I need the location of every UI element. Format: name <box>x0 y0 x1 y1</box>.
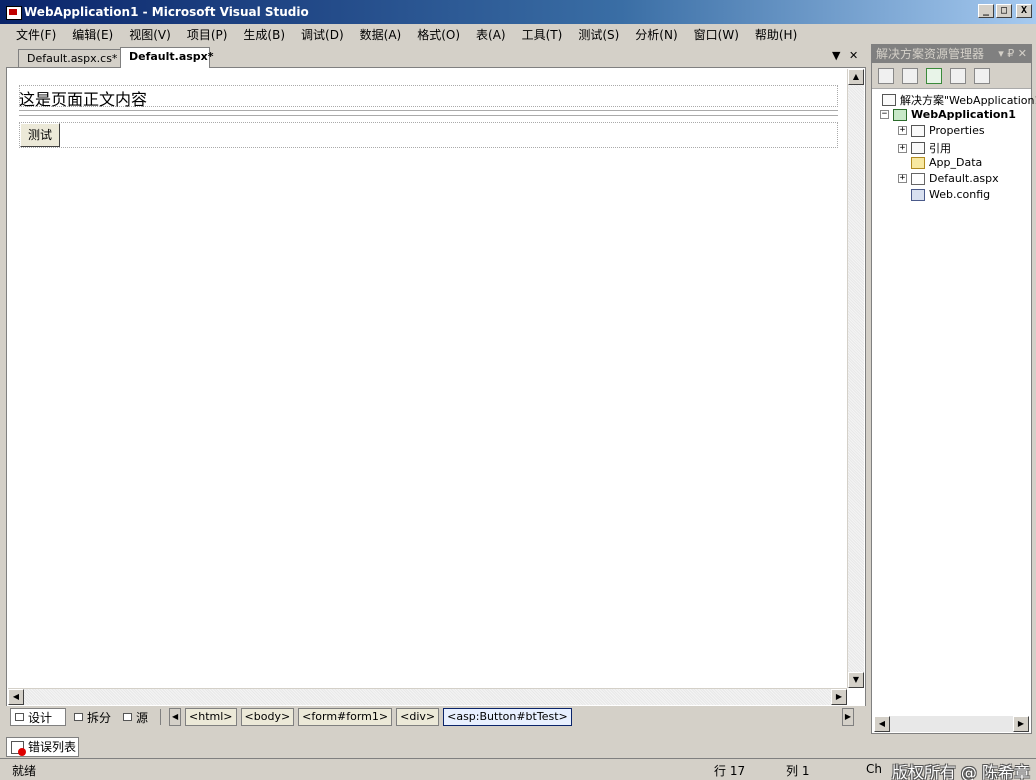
scroll-right-icon[interactable]: ▶ <box>831 689 847 705</box>
view-designer-icon[interactable] <box>974 67 990 84</box>
design-icon <box>15 713 24 721</box>
menu-bar: 文件(F) 编辑(E) 视图(V) 项目(P) 生成(B) 调试(D) 数据(A… <box>0 24 1036 46</box>
tree-item-references[interactable]: + 引用 <box>898 140 951 156</box>
menu-table[interactable]: 表(A) <box>468 25 514 45</box>
test-button[interactable]: 测试 <box>20 123 60 147</box>
crumb-body[interactable]: <body> <box>240 708 295 726</box>
crumb-html[interactable]: <html> <box>185 708 237 726</box>
menu-help[interactable]: 帮助(H) <box>747 25 805 45</box>
menu-project[interactable]: 项目(P) <box>179 25 236 45</box>
menu-tools[interactable]: 工具(T) <box>514 25 571 45</box>
title-bar: WebApplication1 - Microsoft Visual Studi… <box>0 0 1036 24</box>
menu-view[interactable]: 视图(V) <box>121 25 179 45</box>
close-button[interactable]: X <box>1016 4 1032 18</box>
divider-line <box>19 110 838 111</box>
tab-close-icon[interactable]: ✕ <box>849 49 858 62</box>
menu-edit[interactable]: 编辑(E) <box>64 25 121 45</box>
design-editor: 这是页面正文内容 测试 ▲ ▼ ◀ ▶ <box>6 67 866 707</box>
aspx-page-icon <box>911 172 925 185</box>
split-icon <box>74 713 83 721</box>
tree-item-web-config[interactable]: Web.config <box>911 188 990 201</box>
status-col: 列 1 <box>786 764 810 778</box>
scroll-down-icon[interactable]: ▼ <box>848 672 864 688</box>
crumb-asp-button[interactable]: <asp:Button#btTest> <box>443 708 572 726</box>
menu-window[interactable]: 窗口(W) <box>686 25 747 45</box>
crumb-scroll-right-icon[interactable]: ▶ <box>842 708 854 726</box>
collapse-icon[interactable]: − <box>880 110 889 119</box>
watermark: 版权所有 @ 陈希章 <box>891 763 1030 780</box>
window-title: WebApplication1 - Microsoft Visual Studi… <box>24 5 309 19</box>
separator <box>160 709 162 725</box>
tab-default-aspx[interactable]: Default.aspx* <box>120 47 214 68</box>
view-code-icon[interactable] <box>950 67 966 84</box>
tree-item-default-aspx[interactable]: + Default.aspx <box>898 172 999 185</box>
view-bar: 设计 拆分 源 ◀ <html> <body> <form#form1> <di… <box>6 706 866 728</box>
design-view-button[interactable]: 设计 <box>10 708 66 726</box>
minimize-button[interactable]: _ <box>978 4 994 18</box>
source-view-button[interactable]: 源 <box>119 708 152 726</box>
scroll-right-icon[interactable]: ▶ <box>1013 716 1029 732</box>
tree-item-app-data[interactable]: App_Data <box>911 156 982 169</box>
scroll-up-icon[interactable]: ▲ <box>848 69 864 85</box>
properties-folder-icon <box>911 124 925 137</box>
menu-data[interactable]: 数据(A) <box>352 25 410 45</box>
document-tabs: Default.aspx.cs* Default.aspx* ▼ ✕ <box>4 46 866 68</box>
panel-controls-icon[interactable]: ▾ ₽ ✕ <box>998 45 1027 63</box>
menu-format[interactable]: 格式(O) <box>409 25 468 45</box>
maximize-button[interactable]: □ <box>996 4 1012 18</box>
visual-studio-icon <box>5 4 22 20</box>
page-body-text[interactable]: 这是页面正文内容 <box>19 86 147 110</box>
references-icon <box>911 142 925 154</box>
scroll-left-icon[interactable]: ◀ <box>8 689 24 705</box>
web-project-icon <box>893 108 907 121</box>
status-bar: 就绪 行 17 列 1 Ch 版权所有 @ 陈希章 <box>0 758 1036 780</box>
tab-default-aspx-cs[interactable]: Default.aspx.cs* <box>18 49 122 68</box>
scroll-left-icon[interactable]: ◀ <box>874 716 890 732</box>
status-row: 行 17 <box>714 764 746 778</box>
status-ch: Ch <box>866 762 882 776</box>
error-list-icon <box>11 740 26 756</box>
tab-dropdown-icon[interactable]: ▼ <box>832 49 840 62</box>
solution-explorer-title: 解决方案资源管理器 ▾ ₽ ✕ <box>872 45 1031 63</box>
design-surface[interactable]: 这是页面正文内容 测试 <box>10 71 848 688</box>
menu-file[interactable]: 文件(F) <box>8 25 64 45</box>
crumb-form[interactable]: <form#form1> <box>298 708 393 726</box>
menu-debug[interactable]: 调试(D) <box>293 25 352 45</box>
solution-explorer-scrollbar[interactable]: ◀ ▶ <box>874 716 1029 732</box>
solution-icon <box>882 94 896 106</box>
source-icon <box>123 713 133 721</box>
expand-icon[interactable]: + <box>898 143 907 153</box>
refresh-icon[interactable] <box>926 67 942 84</box>
menu-build[interactable]: 生成(B) <box>235 25 293 45</box>
error-list-tab[interactable]: 错误列表 <box>6 737 79 757</box>
menu-analyze[interactable]: 分析(N) <box>627 25 685 45</box>
horizontal-scrollbar[interactable]: ◀ ▶ <box>8 688 847 705</box>
form-outline <box>19 122 838 148</box>
expand-icon[interactable]: + <box>898 126 907 135</box>
properties-icon[interactable] <box>878 67 894 84</box>
folder-icon <box>911 156 925 169</box>
show-all-files-icon[interactable] <box>902 67 918 84</box>
crumb-div[interactable]: <div> <box>396 708 440 726</box>
tree-solution[interactable]: 解决方案"WebApplication1 <box>882 92 1036 108</box>
vertical-scrollbar[interactable]: ▲ ▼ <box>847 69 864 688</box>
expand-icon[interactable]: + <box>898 174 907 183</box>
status-ready: 就绪 <box>12 764 37 778</box>
menu-test[interactable]: 测试(S) <box>570 25 627 45</box>
solution-explorer: 解决方案资源管理器 ▾ ₽ ✕ 解决方案"WebApplication1 − W… <box>871 44 1036 734</box>
tree-item-properties[interactable]: + Properties <box>898 124 985 137</box>
solution-explorer-toolbar <box>872 63 1031 89</box>
window-controls: _ □ X <box>978 4 1032 18</box>
config-file-icon <box>911 188 925 201</box>
tree-project[interactable]: − WebApplication1 <box>880 108 1016 121</box>
divider-line <box>19 115 838 116</box>
crumb-scroll-left-icon[interactable]: ◀ <box>169 708 182 726</box>
split-view-button[interactable]: 拆分 <box>70 708 115 726</box>
